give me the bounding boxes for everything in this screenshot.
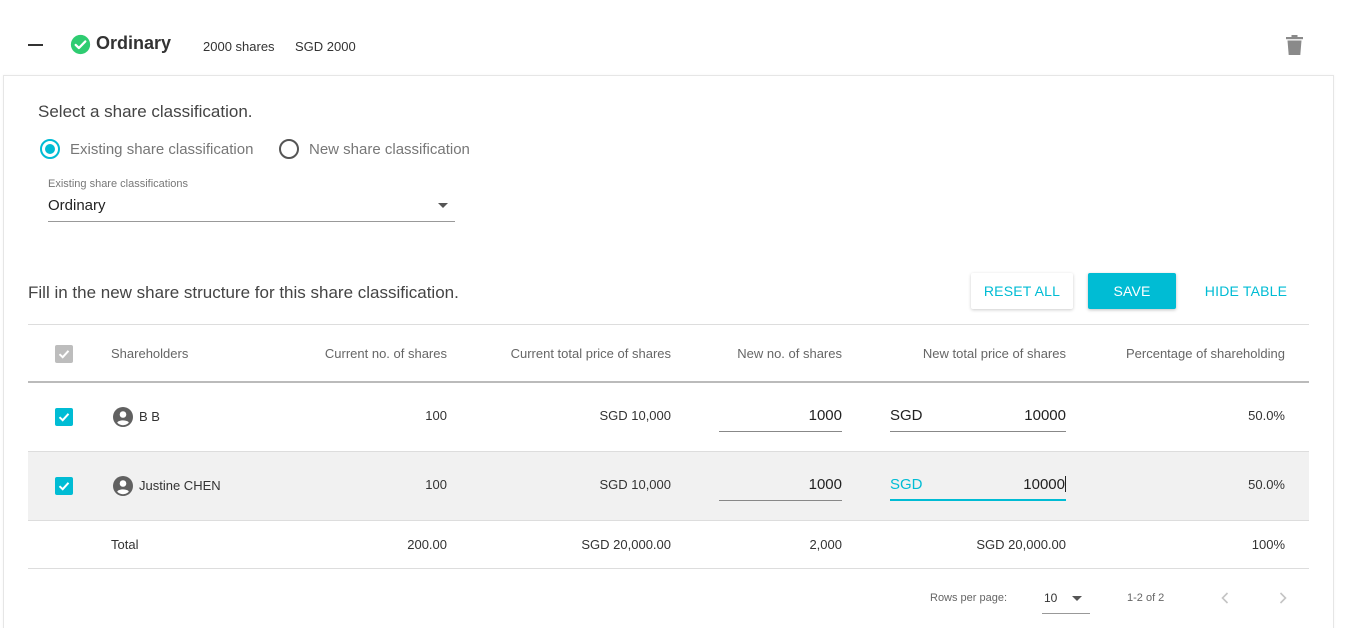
row-divider xyxy=(28,520,1309,521)
pagination-range: 1-2 of 2 xyxy=(1127,592,1165,604)
total-current-price: SGD 20,000.00 xyxy=(581,537,671,552)
check-icon xyxy=(58,482,70,491)
reset-all-button[interactable]: RESET ALL xyxy=(971,273,1073,309)
classification-dropdown-caption: Existing share classifications xyxy=(48,178,189,190)
total-shares-label: 2000 shares xyxy=(203,39,275,54)
shareholder-name: Justine CHEN xyxy=(139,478,221,493)
new-price-value: 10000 xyxy=(1024,407,1066,424)
new-classification-label[interactable]: New share classification xyxy=(309,141,470,158)
rows-per-page-value: 10 xyxy=(1044,591,1058,605)
minus-icon xyxy=(28,44,43,46)
text-caret xyxy=(1065,476,1066,492)
percentage-cell: 50.0% xyxy=(1248,477,1285,492)
table-top-divider xyxy=(28,324,1309,325)
select-classification-prompt: Select a share classification. xyxy=(38,102,253,121)
table-header-divider xyxy=(28,381,1309,383)
table-bottom-divider xyxy=(28,568,1309,569)
new-shares-value: 1000 xyxy=(808,476,842,493)
new-classification-radio[interactable] xyxy=(279,139,299,159)
section-title: Ordinary xyxy=(96,33,172,53)
total-new-shares: 2,000 xyxy=(809,537,842,552)
new-shares-input[interactable]: 1000 xyxy=(719,469,842,501)
check-icon xyxy=(58,413,70,422)
person-icon xyxy=(113,476,133,496)
new-price-input[interactable]: SGD 10000 xyxy=(890,469,1066,501)
column-header-current-shares: Current no. of shares xyxy=(324,346,447,361)
person-icon xyxy=(113,407,133,427)
existing-classification-radio[interactable] xyxy=(40,139,60,159)
current-shares-cell: 100 xyxy=(425,408,447,423)
rows-per-page-label: Rows per page: xyxy=(930,592,1008,604)
percentage-cell: 50.0% xyxy=(1248,408,1285,423)
total-current-shares: 200.00 xyxy=(407,537,447,552)
hide-table-button[interactable]: HIDE TABLE xyxy=(1196,273,1296,309)
total-label: Total xyxy=(111,537,139,552)
new-shares-value: 1000 xyxy=(808,407,842,424)
column-header-new-price: New total price of shares xyxy=(922,346,1066,361)
select-all-checkbox[interactable] xyxy=(55,345,73,363)
current-price-cell: SGD 10,000 xyxy=(599,477,671,492)
save-button[interactable]: SAVE xyxy=(1088,273,1176,309)
dropdown-arrow-icon xyxy=(438,203,448,208)
trash-icon[interactable] xyxy=(1286,35,1303,55)
classification-dropdown[interactable] xyxy=(48,192,455,222)
row-checkbox[interactable] xyxy=(55,477,73,495)
new-price-value: 10000 xyxy=(1023,476,1065,493)
row-checkbox[interactable] xyxy=(55,408,73,426)
shareholder-name: B B xyxy=(139,409,160,424)
column-header-percentage: Percentage of shareholding xyxy=(1125,346,1285,361)
total-percentage: 100% xyxy=(1251,537,1285,552)
new-price-value-wrap: 10000 xyxy=(1023,476,1066,493)
collapse-button[interactable] xyxy=(22,32,50,60)
chevron-right-icon[interactable] xyxy=(1273,588,1293,608)
column-header-current-price: Current total price of shares xyxy=(510,346,671,361)
chevron-left-icon[interactable] xyxy=(1215,588,1235,608)
column-header-shareholders: Shareholders xyxy=(111,346,189,361)
classification-dropdown-value: Ordinary xyxy=(48,197,106,214)
existing-classification-label[interactable]: Existing share classification xyxy=(70,141,253,158)
current-shares-cell: 100 xyxy=(425,477,447,492)
share-structure-prompt: Fill in the new share structure for this… xyxy=(28,283,459,302)
column-header-new-shares: New no. of shares xyxy=(737,346,842,361)
section-header: Ordinary 2000 shares SGD 2000 xyxy=(0,0,1353,76)
check-icon xyxy=(58,350,70,359)
current-price-cell: SGD 10,000 xyxy=(599,408,671,423)
currency-prefix: SGD xyxy=(890,407,923,424)
currency-prefix: SGD xyxy=(890,476,923,493)
total-amount-label: SGD 2000 xyxy=(295,39,356,54)
new-price-input[interactable]: SGD 10000 xyxy=(890,400,1066,432)
new-shares-input[interactable]: 1000 xyxy=(719,400,842,432)
dropdown-arrow-icon xyxy=(1072,596,1082,601)
total-new-price: SGD 20,000.00 xyxy=(976,537,1066,552)
check-circle-icon xyxy=(70,34,91,55)
